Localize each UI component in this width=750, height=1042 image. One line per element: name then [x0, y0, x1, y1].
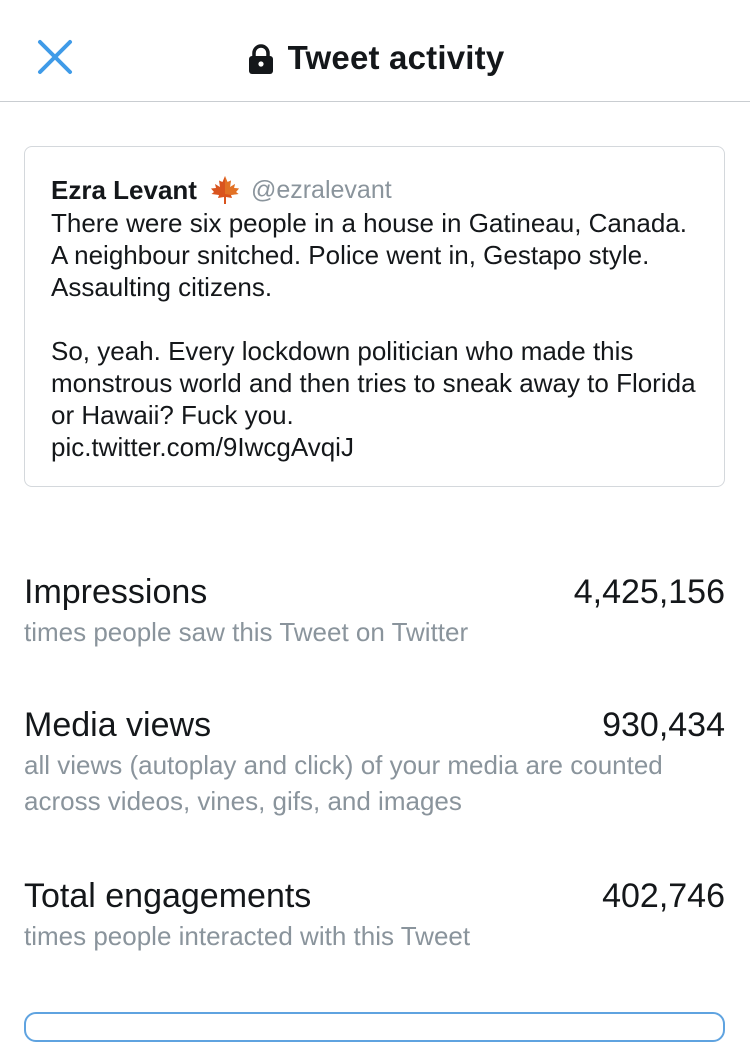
page-title: Tweet activity — [287, 39, 505, 76]
metric-description: times people saw this Tweet on Twitter — [24, 617, 469, 647]
metric-value: 930,434 — [602, 706, 725, 744]
metric-value: 402,746 — [602, 877, 725, 915]
tweet-text: There were six people in a house in Gati… — [51, 208, 696, 462]
header: Tweet activity — [0, 0, 750, 102]
metric-label: Media views — [24, 706, 212, 744]
metric-label: Total engagements — [24, 877, 312, 915]
metric-row: Total engagements 402,746 — [24, 877, 725, 916]
metric-media-views: Media views 930,434 all views (autoplay … — [24, 706, 725, 819]
metric-value: 4,425,156 — [573, 573, 725, 611]
title-container: Tweet activity — [0, 32, 750, 84]
metric-description: times people interacted with this Tweet — [24, 921, 471, 951]
maple-leaf-icon — [210, 176, 239, 204]
tweet-card[interactable]: Ezra Levant @ezralevant There were six p… — [24, 146, 725, 487]
metric-impressions: Impressions 4,425,156 times people saw t… — [24, 573, 725, 650]
metric-description: all views (autoplay and click) of your m… — [24, 750, 663, 816]
metric-total-engagements: Total engagements 402,746 times people i… — [24, 877, 725, 954]
author-handle: @ezralevant — [250, 175, 392, 204]
tweet-author-row: Ezra Levant @ezralevant — [51, 173, 392, 207]
metric-label: Impressions — [24, 573, 208, 611]
author-name: Ezra Levant — [51, 174, 197, 205]
metric-row: Impressions 4,425,156 — [24, 573, 725, 612]
metric-row: Media views 930,434 — [24, 706, 725, 745]
lock-icon — [248, 44, 273, 74]
